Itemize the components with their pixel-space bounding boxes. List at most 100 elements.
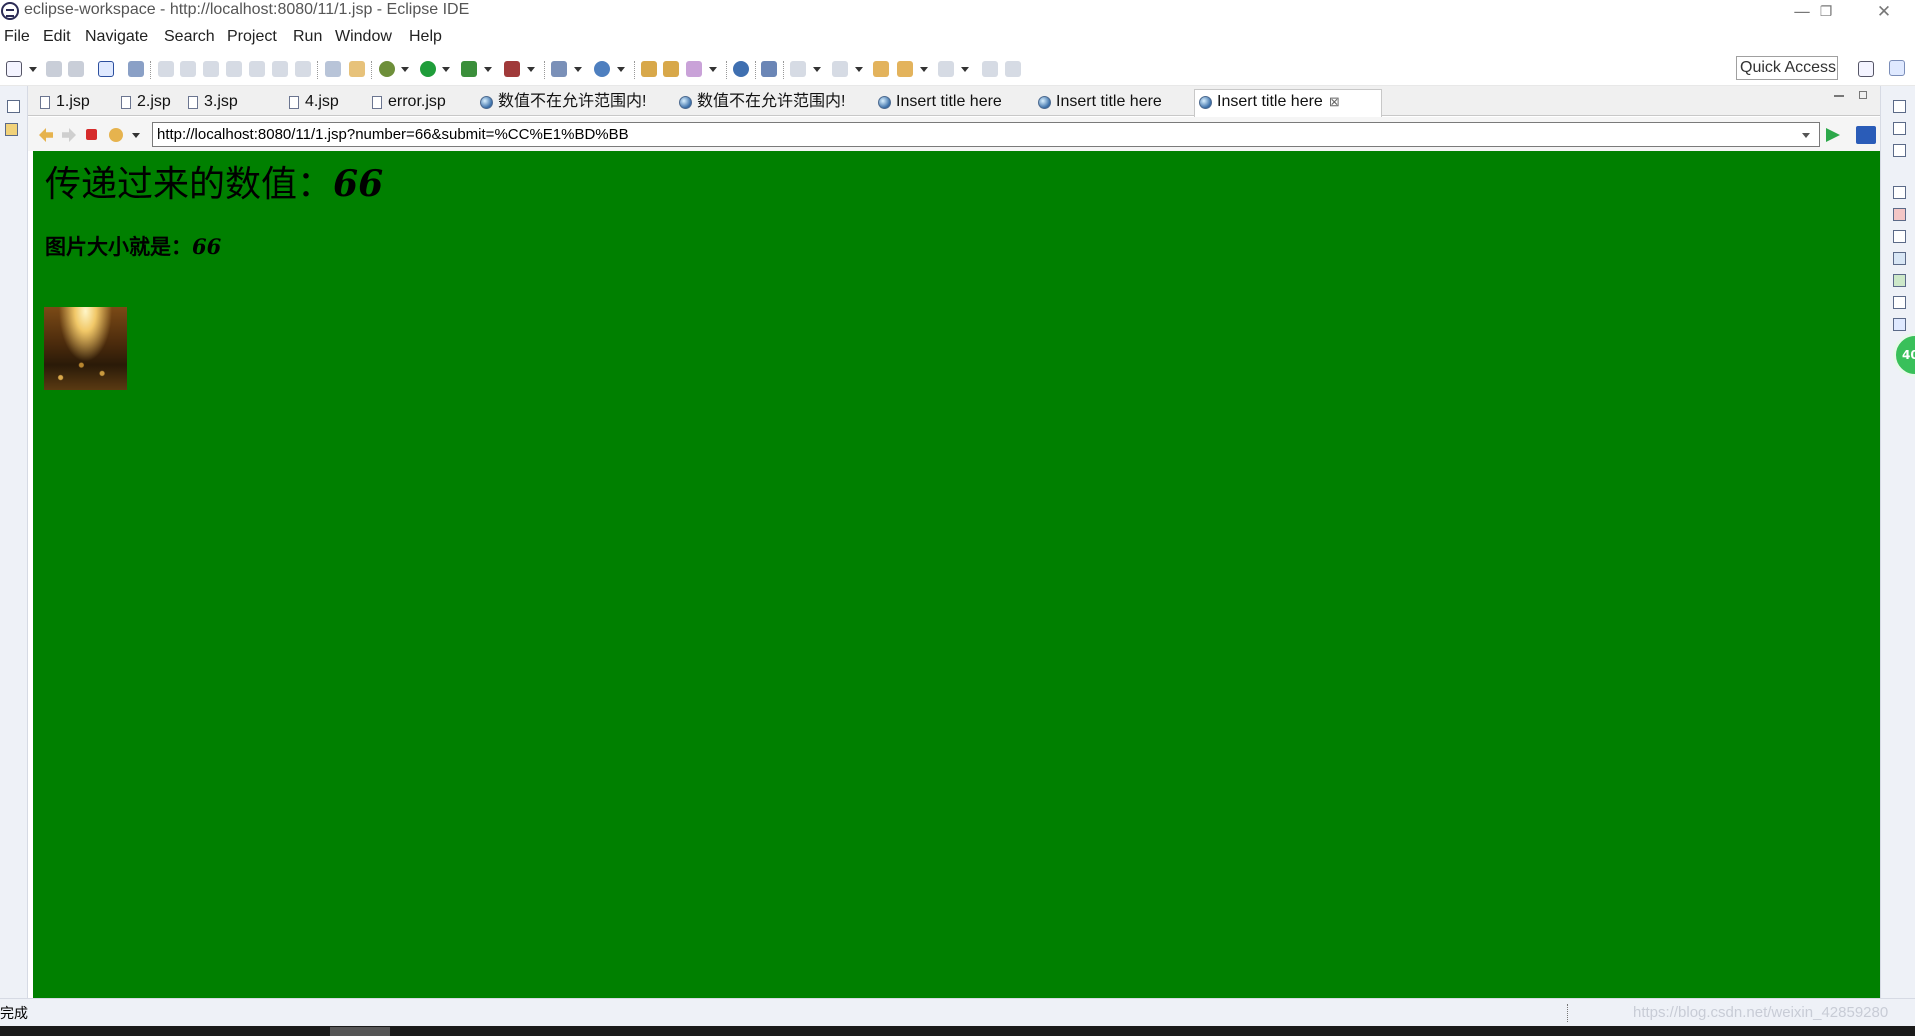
quick-access-field[interactable]: Quick Access [1736, 56, 1838, 80]
run-icon[interactable] [420, 61, 436, 77]
coverage-dropdown-icon[interactable] [484, 67, 492, 72]
data-source-explorer-icon[interactable] [1893, 274, 1906, 287]
open-task-icon[interactable] [663, 61, 679, 77]
project-explorer-icon[interactable] [5, 123, 18, 136]
search-dropdown-icon[interactable] [709, 67, 717, 72]
open-perspective-icon[interactable] [1858, 61, 1874, 77]
previous-annotation-dropdown-icon[interactable] [855, 67, 863, 72]
back-dropdown-icon[interactable] [920, 67, 928, 72]
terminate-icon[interactable] [203, 61, 219, 77]
restore-view-icon[interactable] [1893, 100, 1906, 113]
heading-value: 66 [333, 163, 384, 205]
tab-web-browser-active[interactable]: Insert title here ⊠ [1194, 89, 1382, 117]
status-text: 完成 [0, 1006, 28, 1022]
menu-help[interactable]: Help [409, 28, 442, 46]
forward-dropdown-icon[interactable] [961, 67, 969, 72]
resume-icon[interactable] [158, 61, 174, 77]
open-web-browser-icon[interactable] [733, 61, 749, 77]
snippets-icon[interactable] [1893, 296, 1906, 309]
menu-window[interactable]: Window [335, 28, 392, 46]
external-tools-dropdown-icon[interactable] [527, 67, 535, 72]
pin-editor-icon[interactable] [982, 61, 998, 77]
step-return-icon[interactable] [295, 61, 311, 77]
close-tab-icon[interactable]: ⊠ [1329, 90, 1340, 114]
toolbar-separator [317, 61, 318, 79]
tab-1-jsp[interactable]: 1.jsp [34, 90, 90, 116]
suspend-icon[interactable] [180, 61, 196, 77]
tab-3-jsp[interactable]: 3.jsp [182, 90, 238, 116]
restore-view-icon[interactable] [7, 100, 20, 113]
tab-2-jsp[interactable]: 2.jsp [115, 90, 171, 116]
toolbar-separator [634, 61, 635, 79]
tab-web-browser[interactable]: 数值不在允许范围内! [476, 90, 646, 116]
open-type-icon[interactable] [641, 61, 657, 77]
new-server-dropdown-icon[interactable] [574, 67, 582, 72]
servers-icon[interactable] [1893, 252, 1906, 265]
tab-4-jsp[interactable]: 4.jsp [283, 90, 339, 116]
new-server-icon[interactable] [551, 61, 567, 77]
console-icon[interactable] [1893, 318, 1906, 331]
last-edit-location-icon[interactable] [873, 61, 889, 77]
open-console-icon[interactable] [98, 61, 114, 77]
mark-occurrences-icon[interactable] [349, 61, 365, 77]
next-annotation-icon[interactable] [790, 61, 806, 77]
tab-web-browser[interactable]: Insert title here [874, 90, 1002, 116]
restore-button[interactable]: ❐ [1803, 0, 1849, 24]
new-web-service-icon[interactable] [594, 61, 610, 77]
new-web-service-dropdown-icon[interactable] [617, 67, 625, 72]
subheading-label: 图片大小就是： [45, 234, 192, 259]
outline-icon[interactable] [1893, 122, 1906, 135]
history-icon[interactable] [1005, 61, 1021, 77]
skip-breakpoints-icon[interactable] [128, 61, 144, 77]
markers-icon[interactable] [1893, 208, 1906, 221]
java-ee-perspective-icon[interactable] [1889, 60, 1905, 76]
back-icon[interactable] [897, 61, 913, 77]
globe-icon [878, 96, 891, 109]
previous-annotation-icon[interactable] [832, 61, 848, 77]
run-dropdown-icon[interactable] [442, 67, 450, 72]
history-dropdown-icon[interactable] [132, 133, 140, 138]
tab-label: 1.jsp [56, 93, 90, 110]
stop-icon[interactable] [86, 129, 97, 140]
external-tools-icon[interactable] [504, 61, 520, 77]
menu-file[interactable]: File [4, 28, 30, 46]
forward-icon[interactable] [938, 61, 954, 77]
close-window-button[interactable]: ✕ [1861, 0, 1907, 24]
save-icon[interactable] [46, 61, 62, 77]
toggle-block-icon[interactable] [325, 61, 341, 77]
menu-navigate[interactable]: Navigate [85, 28, 148, 46]
url-dropdown-icon[interactable] [1802, 133, 1810, 138]
tab-error-jsp[interactable]: error.jsp [366, 90, 446, 116]
save-all-icon[interactable] [68, 61, 84, 77]
tab-web-browser[interactable]: Insert title here [1034, 90, 1162, 116]
menu-edit[interactable]: Edit [43, 28, 71, 46]
new-dropdown-icon[interactable] [29, 67, 37, 72]
url-input[interactable]: http://localhost:8080/11/1.jsp?number=66… [152, 122, 1820, 147]
new-icon[interactable] [6, 61, 22, 77]
search-tool-icon[interactable] [686, 61, 702, 77]
menu-project[interactable]: Project [227, 28, 277, 46]
minimize-editor-icon[interactable] [1834, 95, 1844, 97]
open-external-browser-icon[interactable] [1856, 126, 1876, 144]
step-into-icon[interactable] [249, 61, 265, 77]
step-over-icon[interactable] [272, 61, 288, 77]
disconnect-icon[interactable] [226, 61, 242, 77]
debug-icon[interactable] [379, 61, 395, 77]
properties-icon[interactable] [1893, 230, 1906, 243]
restore-bottom-view-icon[interactable] [1893, 186, 1906, 199]
coverage-icon[interactable] [461, 61, 477, 77]
maximize-editor-icon[interactable] [1859, 91, 1867, 99]
tab-web-browser[interactable]: 数值不在允许范围内! [675, 90, 845, 116]
debug-dropdown-icon[interactable] [401, 67, 409, 72]
editor-tab-bar: 1.jsp 2.jsp 3.jsp 4.jsp error.jsp 数值不在允许… [28, 86, 1880, 117]
taskbar-item[interactable] [330, 1027, 390, 1036]
menu-run[interactable]: Run [293, 28, 322, 46]
annotation-icon[interactable] [761, 61, 777, 77]
tab-label: 2.jsp [137, 93, 171, 110]
page-image [44, 307, 127, 390]
page-heading: 传递过来的数值：66 [45, 155, 383, 207]
menu-search[interactable]: Search [164, 28, 215, 46]
refresh-icon[interactable] [109, 128, 123, 142]
next-annotation-dropdown-icon[interactable] [813, 67, 821, 72]
task-list-icon[interactable] [1893, 144, 1906, 157]
